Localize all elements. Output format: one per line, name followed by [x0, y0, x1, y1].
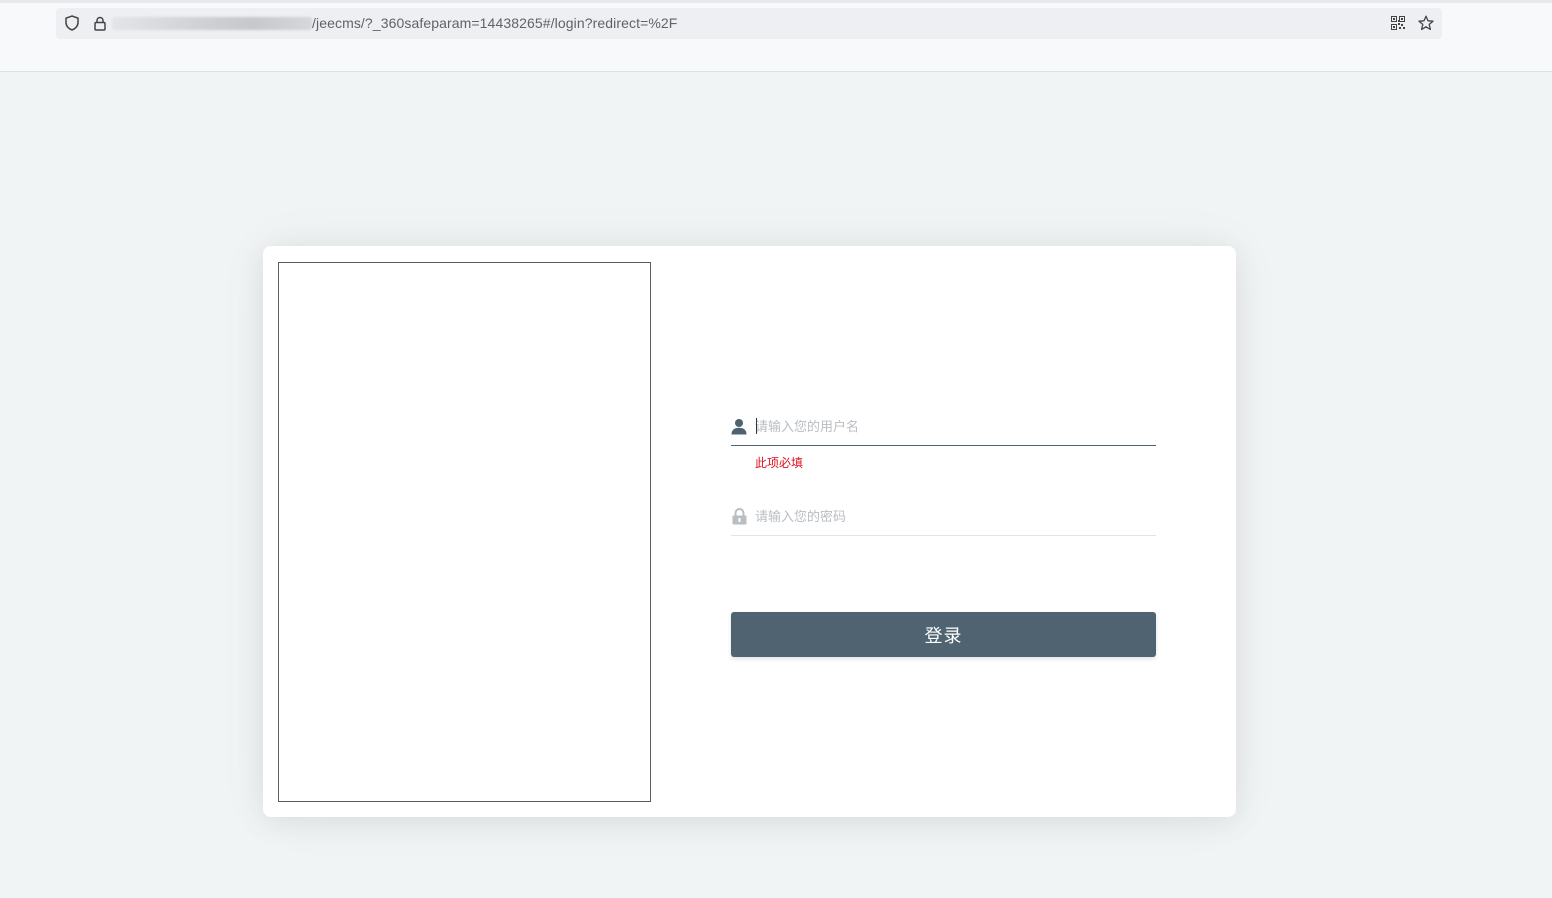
username-field[interactable]	[731, 408, 1156, 446]
login-button[interactable]: 登录	[731, 612, 1156, 657]
padlock-icon	[731, 507, 747, 525]
username-input[interactable]	[755, 414, 1150, 438]
username-error-message: 此项必填	[755, 456, 804, 470]
tab-strip	[0, 0, 1552, 3]
url-text[interactable]: /jeecms/?_360safeparam=14438265#/login?r…	[312, 15, 677, 31]
login-banner-image	[278, 262, 651, 802]
login-card: 此项必填 登录	[263, 246, 1236, 817]
text-caret	[756, 418, 757, 434]
star-icon[interactable]	[1418, 15, 1434, 31]
lock-icon[interactable]	[92, 15, 108, 31]
browser-toolbar: /jeecms/?_360safeparam=14438265#/login?r…	[0, 0, 1552, 72]
user-icon	[731, 417, 747, 435]
shield-icon[interactable]	[64, 15, 80, 31]
password-input[interactable]	[755, 504, 1150, 528]
login-form: 此项必填 登录	[731, 246, 1156, 817]
password-field[interactable]	[731, 498, 1156, 536]
address-bar[interactable]: /jeecms/?_360safeparam=14438265#/login?r…	[56, 8, 1442, 39]
qr-code-icon[interactable]	[1390, 15, 1406, 31]
redacted-host	[112, 17, 312, 30]
